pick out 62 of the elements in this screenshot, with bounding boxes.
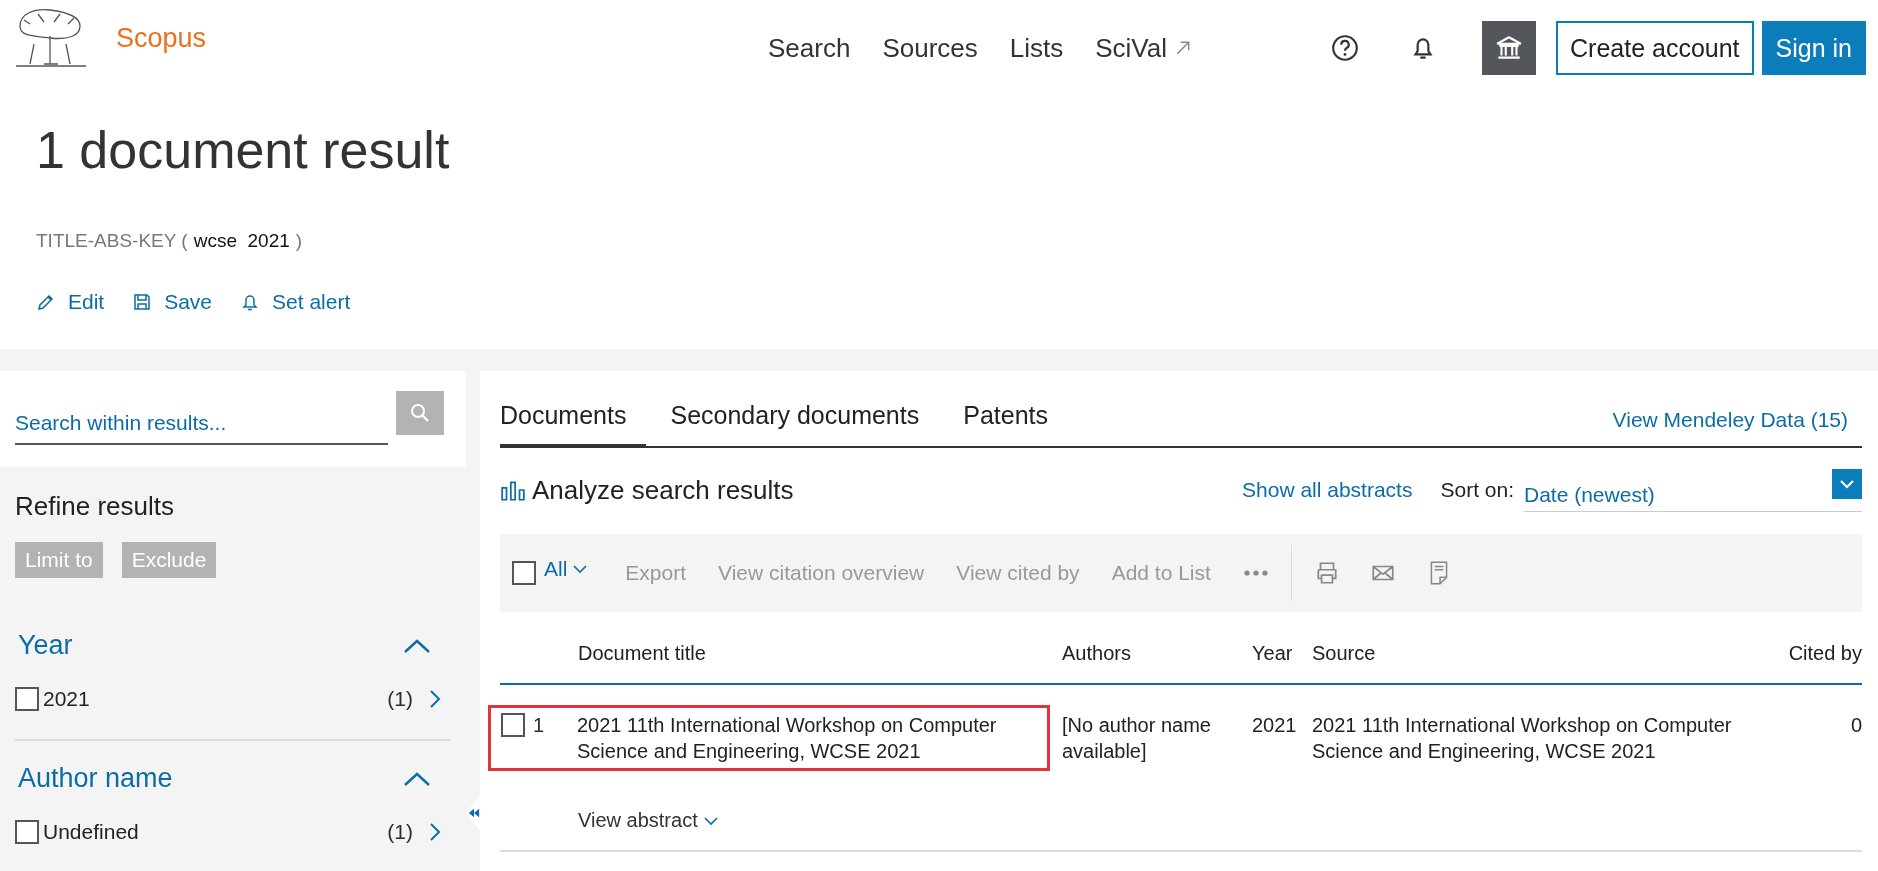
- query-terms: wcse 2021: [193, 230, 290, 252]
- sort-dropdown[interactable]: Date (newest): [1524, 468, 1862, 512]
- checkbox[interactable]: [15, 687, 39, 711]
- column-header[interactable]: Source: [1312, 642, 1762, 665]
- facet-count: (1): [387, 687, 413, 711]
- tree-logo-icon: [14, 6, 88, 70]
- facet-title[interactable]: Author name: [18, 763, 173, 794]
- result-tab[interactable]: Patents: [963, 401, 1048, 448]
- page-title: 1 document result: [36, 120, 451, 180]
- column-header[interactable]: Authors: [1062, 642, 1252, 665]
- facet-title[interactable]: Year: [18, 630, 73, 661]
- query-field: TITLE-ABS-KEY (: [36, 230, 188, 252]
- query-action-link[interactable]: Save: [132, 290, 213, 314]
- view-abstract-link[interactable]: View abstract: [578, 809, 718, 832]
- result-tab[interactable]: Documents: [500, 401, 647, 448]
- query-action-link[interactable]: Set alert: [240, 290, 351, 314]
- pencil-icon: [36, 292, 56, 312]
- cited-by-cell-text: 0: [1849, 713, 1862, 738]
- column-header[interactable]: Year: [1252, 642, 1312, 665]
- institution-button[interactable]: [1482, 21, 1536, 75]
- search-within-field[interactable]: Search within results...: [15, 411, 388, 445]
- nav-link[interactable]: Search: [768, 32, 851, 64]
- source-cell[interactable]: 2021 11th International Workshop on Computer Science and Engineering, WCSE 2021: [1312, 705, 1762, 764]
- chevron-down-icon: [703, 815, 718, 826]
- sign-in-button[interactable]: Sign in: [1761, 21, 1866, 75]
- column-header[interactable]: Cited by: [1762, 642, 1862, 665]
- nav-link[interactable]: SciVal: [1095, 32, 1192, 64]
- facet-count: (1): [387, 820, 413, 844]
- result-tab[interactable]: Secondary documents: [670, 401, 920, 448]
- more-icon[interactable]: [1242, 569, 1269, 577]
- chevron-up-icon[interactable]: [403, 637, 431, 654]
- analyze-link[interactable]: Analyze search results: [500, 474, 794, 506]
- checkbox[interactable]: [15, 820, 39, 844]
- chevron-right-icon[interactable]: [429, 689, 441, 709]
- nav-link[interactable]: Sources: [882, 32, 978, 64]
- chevron-right-icon[interactable]: [429, 822, 441, 842]
- document-title-link[interactable]: 2021 11th International Workshop on Computer Science and Engineering, WCSE 2021: [577, 712, 1041, 764]
- bell-icon: [240, 292, 261, 312]
- help-icon[interactable]: [1330, 33, 1360, 63]
- search-box[interactable]: Search within results...: [0, 371, 466, 467]
- year-cell-text: 2021: [1252, 713, 1298, 738]
- facet-item-label: 2021: [43, 687, 90, 711]
- chevron-up-icon[interactable]: [403, 770, 431, 787]
- mendeley-link[interactable]: View Mendeley Data (15): [1612, 408, 1848, 446]
- facet-item-label: Undefined: [43, 820, 139, 844]
- sort-label: Sort on:: [1440, 478, 1514, 502]
- authors-cell-text: [No author name available]: [1062, 713, 1212, 764]
- create-account-button[interactable]: Create account: [1556, 21, 1754, 75]
- show-all-abstracts-link[interactable]: Show all abstracts: [1242, 478, 1413, 502]
- chevron-down-icon: [573, 564, 588, 574]
- query-close: ): [295, 230, 303, 252]
- chevron-down-icon: [1839, 478, 1855, 489]
- query-action-link[interactable]: Edit: [36, 290, 105, 314]
- select-all-dropdown[interactable]: All: [544, 557, 588, 581]
- double-left-arrow-icon: [468, 807, 480, 819]
- column-header[interactable]: Document title: [578, 642, 1062, 665]
- checkbox[interactable]: [501, 713, 525, 737]
- refine-title: Refine results: [15, 491, 175, 522]
- nav-link[interactable]: Lists: [1009, 32, 1064, 64]
- bar-chart-icon: [500, 479, 526, 501]
- checkbox[interactable]: [512, 561, 536, 585]
- row-number: 1: [532, 713, 546, 738]
